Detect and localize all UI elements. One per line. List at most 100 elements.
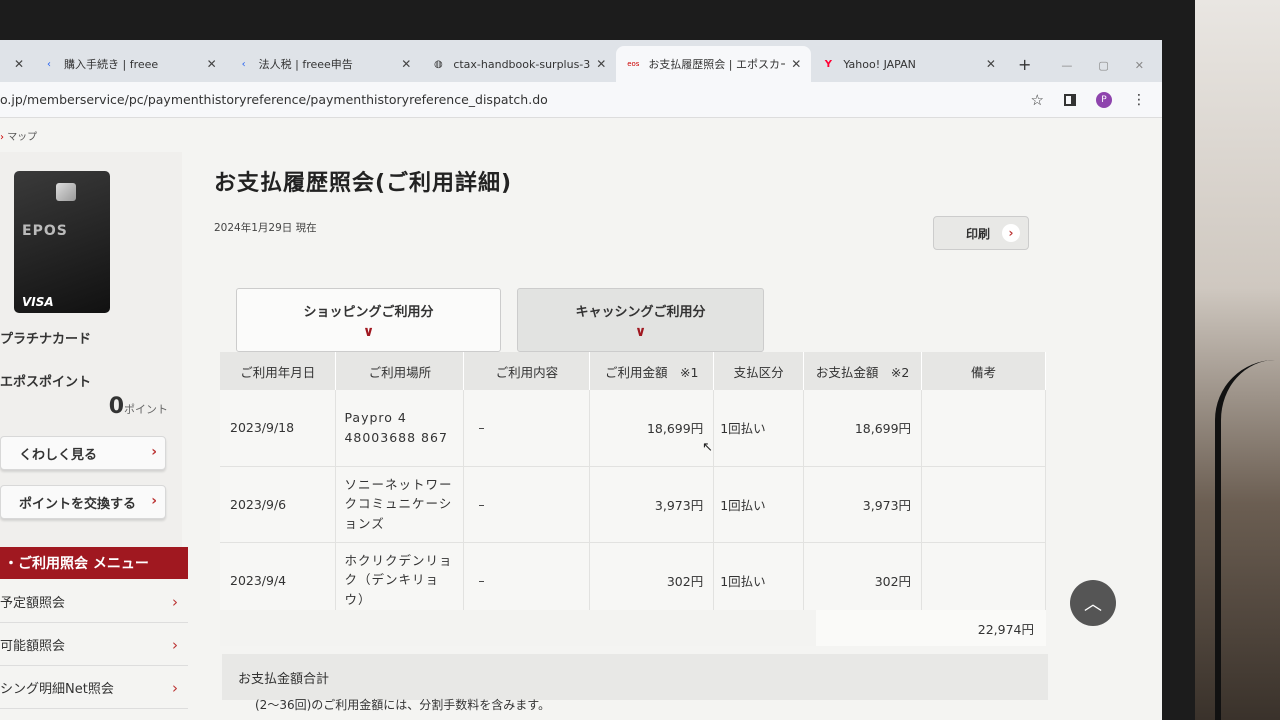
breadcrumb[interactable]: › マップ	[0, 128, 37, 143]
cell-place: ホクリクデンリョク（デンキリョウ）	[335, 542, 465, 619]
tab-shopping-label: ショッピングご利用分	[303, 304, 434, 320]
visa-logo: VISA	[22, 295, 54, 309]
payment-table: ご利用年月日 ご利用場所 ご利用内容 ご利用金額 ※1 支払区分 お支払金額 ※…	[220, 352, 1046, 619]
globe-icon: ◍	[433, 58, 443, 70]
cell-note	[921, 466, 1046, 543]
menu-item-statement[interactable]: シング明細Net照会 ›	[0, 667, 188, 709]
cell-note	[921, 390, 1046, 467]
tab-cashing[interactable]: キャッシングご利用分 ∨	[517, 288, 764, 352]
table-row: 2023/9/18 Paypro 4 48003688 867 – 18,699…	[220, 390, 1046, 467]
chevron-up-icon: ︿	[1084, 594, 1102, 615]
total-amount: 22,974円	[816, 610, 1046, 646]
side-panel-icon[interactable]	[1064, 93, 1076, 106]
close-icon[interactable]: ✕	[596, 57, 606, 71]
exchange-label: ポイントを交換する	[19, 496, 137, 512]
col-date: ご利用年月日	[220, 352, 337, 390]
tab-ctax-handbook[interactable]: ◍ ctax-handbook-surplus-3 ✕	[421, 46, 616, 82]
scroll-to-top-button[interactable]: ︿	[1070, 580, 1116, 626]
close-icon[interactable]: ✕	[986, 57, 996, 71]
tab-cashing-label: キャッシングご利用分	[575, 304, 706, 320]
points-number: 0	[108, 394, 124, 419]
minimize-icon[interactable]: —	[1061, 59, 1072, 72]
profile-avatar[interactable]: P	[1096, 91, 1112, 108]
sidebar: EPOS VISA プラチナカード エポスポイント 0ポイント くわしく見る › …	[0, 152, 182, 552]
print-button[interactable]: 印刷 ›	[933, 216, 1029, 250]
freee-icon: ‹	[47, 58, 51, 70]
table-row: 2023/9/6 ソニーネットワークコミュニケーションズ – 3,973円 1回…	[220, 466, 1046, 543]
table-row: 2023/9/4 ホクリクデンリョク（デンキリョウ） – 302円 1回払い 3…	[220, 542, 1046, 619]
mouse-cursor-icon: ↖	[702, 440, 713, 455]
table-header-row: ご利用年月日 ご利用場所 ご利用内容 ご利用金額 ※1 支払区分 お支払金額 ※…	[220, 352, 1046, 390]
new-tab-button[interactable]: +	[1006, 55, 1043, 82]
breadcrumb-marker-icon: ›	[0, 132, 4, 143]
maximize-icon[interactable]: ▢	[1098, 59, 1108, 72]
page-title: お支払履歴照会(ご利用詳細)	[214, 171, 513, 196]
chevron-right-icon: ›	[151, 493, 157, 509]
col-note: 備考	[921, 352, 1046, 390]
as-of-date: 2024年1月29日 現在	[214, 222, 317, 234]
chevron-right-icon: ›	[172, 592, 178, 611]
col-pay: お支払金額 ※2	[803, 352, 923, 390]
cell-pay: 18,699円	[803, 390, 923, 467]
col-amount: ご利用金額 ※1	[589, 352, 715, 390]
tab-partial[interactable]: ✕	[0, 46, 32, 82]
cell-place: ソニーネットワークコミュニケーションズ	[335, 466, 465, 543]
bookmark-star-icon[interactable]: ☆	[1031, 91, 1044, 109]
close-icon[interactable]: ✕	[14, 57, 24, 71]
cell-kubun: 1回払い	[713, 390, 805, 467]
menu-item-label: 可能額照会	[0, 639, 66, 654]
total-row: 22,974円	[220, 610, 1046, 646]
cell-content: –	[463, 466, 591, 543]
points-value: 0ポイント	[109, 394, 168, 419]
cell-kubun: 1回払い	[713, 466, 805, 543]
close-icon[interactable]: ✕	[791, 57, 801, 71]
details-button[interactable]: くわしく見る ›	[0, 436, 166, 470]
tab-epos-payment[interactable]: eos お支払履歴照会 | エポスカー ✕	[616, 46, 812, 82]
desk-background	[1195, 0, 1280, 720]
cell-date: 2023/9/18	[220, 390, 337, 467]
total-spacer	[220, 610, 816, 646]
chevron-right-icon: ›	[172, 635, 178, 654]
window-close-icon[interactable]: ✕	[1135, 59, 1144, 72]
toolbar-icons: ☆ P ⋮	[1031, 91, 1162, 109]
url-field[interactable]: o.jp/memberservice/pc/paymenthistoryrefe…	[0, 92, 1031, 107]
close-icon[interactable]: ✕	[401, 57, 411, 71]
chevron-right-icon: ›	[151, 444, 157, 460]
tab-title: 法人税 | freee申告	[258, 58, 353, 71]
print-label: 印刷	[966, 226, 991, 241]
cell-amount: 3,973円	[589, 466, 715, 543]
menu-kebab-icon[interactable]: ⋮	[1132, 92, 1146, 108]
chevron-down-icon: ∨	[362, 323, 375, 340]
col-place: ご利用場所	[335, 352, 465, 390]
card-logo: EPOS	[22, 223, 68, 239]
close-icon[interactable]: ✕	[207, 57, 217, 71]
inquiry-menu-header: ・ご利用照会 メニュー	[0, 547, 188, 579]
window-controls: — ▢ ✕	[1043, 59, 1162, 82]
cell-content: –	[463, 542, 591, 619]
footnote: (2～36回)のご利用金額には、分割手数料を含みます。	[255, 698, 551, 712]
card-name: プラチナカード	[0, 332, 92, 347]
menu-item-label: シング明細Net照会	[0, 682, 114, 697]
tab-freee-purchase[interactable]: ‹ 購入手続き | freee ✕	[32, 46, 227, 82]
cell-amount: 18,699円	[589, 390, 715, 467]
tab-title: お支払履歴照会 | エポスカー	[648, 58, 786, 71]
cell-note	[921, 542, 1046, 619]
points-unit: ポイント	[124, 403, 168, 416]
menu-item-available[interactable]: 可能額照会 ›	[0, 624, 188, 666]
menu-item-scheduled[interactable]: 予定額照会 ›	[0, 581, 188, 623]
tab-yahoo[interactable]: Y Yahoo! JAPAN ✕	[811, 46, 1006, 82]
cell-amount: 302円	[589, 542, 715, 619]
points-title: エポスポイント	[0, 375, 92, 390]
cell-date: 2023/9/4	[220, 542, 337, 619]
cell-content: –	[463, 390, 591, 467]
cell-pay: 302円	[803, 542, 923, 619]
tab-shopping[interactable]: ショッピングご利用分 ∨	[236, 288, 501, 352]
exchange-points-button[interactable]: ポイントを交換する ›	[0, 485, 166, 519]
tab-freee-tax[interactable]: ‹ 法人税 | freee申告 ✕	[227, 46, 422, 82]
address-bar: o.jp/memberservice/pc/paymenthistoryrefe…	[0, 82, 1162, 118]
cell-date: 2023/9/6	[220, 466, 337, 543]
tab-bar: ✕ ‹ 購入手続き | freee ✕ ‹ 法人税 | freee申告 ✕ ◍ …	[0, 40, 1162, 82]
menu-item-label: 予定額照会	[0, 596, 66, 611]
yahoo-icon: Y	[824, 58, 832, 70]
details-label: くわしく見る	[19, 447, 98, 463]
